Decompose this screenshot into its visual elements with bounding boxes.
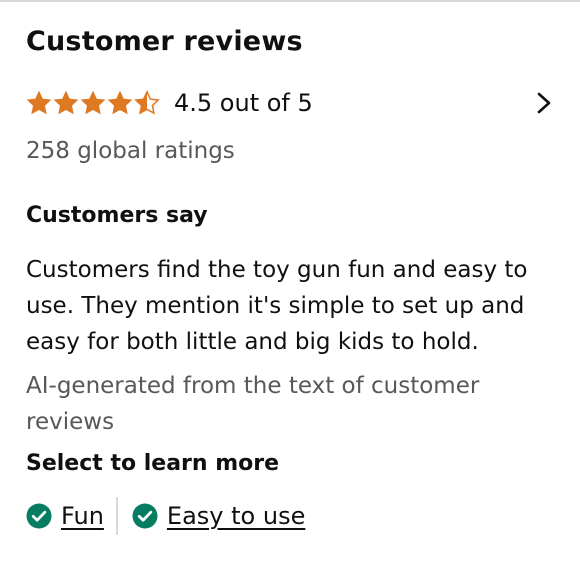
top-divider: [0, 0, 580, 2]
star-full-icon: [107, 90, 133, 115]
ai-generated-note: AI-generated from the text of customer r…: [26, 373, 480, 435]
chevron-right-icon[interactable]: [532, 88, 556, 118]
customer-reviews-heading: Customer reviews: [26, 26, 303, 57]
customers-say-heading: Customers say: [26, 203, 208, 228]
check-circle-icon: [26, 503, 52, 529]
aspect-chip-label: Easy to use: [166, 502, 306, 530]
check-circle-icon: [132, 503, 158, 529]
rating-summary-row[interactable]: 4.5 out of 5: [26, 88, 556, 118]
aspect-chip-easy-to-use[interactable]: Easy to use: [132, 502, 305, 530]
aspect-chips: Fun Easy to use: [26, 497, 305, 535]
global-ratings-count: 258 global ratings: [26, 138, 235, 164]
review-summary-text: Customers find the toy gun fun and easy …: [26, 257, 528, 355]
star-full-icon: [26, 90, 52, 115]
star-rating: [26, 90, 160, 116]
star-full-icon: [80, 90, 106, 115]
chip-divider: [115, 497, 118, 535]
rating-value-text: 4.5 out of 5: [174, 89, 313, 117]
select-to-learn-heading: Select to learn more: [26, 451, 280, 476]
aspect-chip-fun[interactable]: Fun: [26, 502, 104, 530]
star-half-icon: [134, 90, 160, 115]
star-full-icon: [53, 90, 79, 115]
aspect-chip-label: Fun: [61, 502, 104, 530]
